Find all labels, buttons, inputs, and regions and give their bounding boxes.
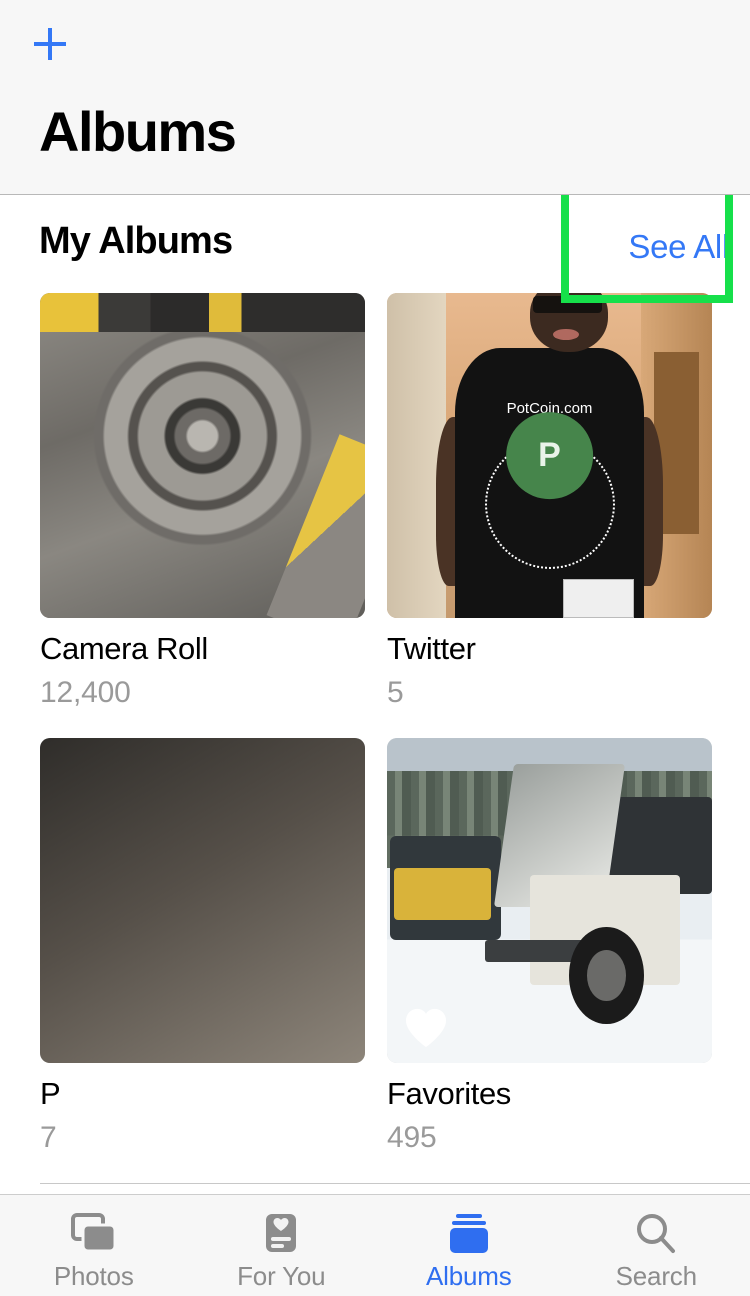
album-thumbnail[interactable]	[40, 738, 365, 1063]
album-name: Favorites	[387, 1076, 712, 1112]
album-count: 12,400	[40, 676, 365, 710]
section-title: My Albums	[39, 219, 232, 265]
navigation-bar: Albums	[0, 0, 750, 195]
my-albums-section-header: My Albums See All	[0, 195, 750, 293]
album-thumbnail[interactable]: PotCoin.com P	[387, 293, 712, 618]
album-count: 7	[40, 1121, 365, 1155]
album-thumbnail[interactable]	[40, 293, 365, 618]
for-you-card-heart-icon	[259, 1211, 303, 1255]
photos-albums-screen: Albums My Albums See All Camera Roll 12,…	[0, 0, 750, 1296]
plus-icon	[28, 22, 72, 66]
tab-label: Photos	[54, 1261, 134, 1292]
tab-photos[interactable]: Photos	[0, 1195, 188, 1296]
person-potcoin-shirt-photo: PotCoin.com P	[387, 293, 712, 618]
tab-search[interactable]: Search	[563, 1195, 750, 1296]
album-thumbnail[interactable]	[387, 738, 712, 1063]
tab-bar: Photos For You Albums	[0, 1194, 750, 1296]
engine-part-photo	[40, 293, 365, 618]
see-all-button[interactable]: See All	[624, 226, 733, 268]
tab-label: For You	[237, 1261, 325, 1292]
album-count: 5	[387, 676, 712, 710]
album-name: Camera Roll	[40, 631, 365, 667]
album-cell[interactable]: Camera Roll 12,400	[40, 293, 365, 710]
partial-photo	[40, 738, 365, 1063]
album-cell[interactable]: P 7	[40, 738, 365, 1155]
potcoin-logo: P	[506, 412, 594, 500]
magnifying-glass-icon	[633, 1210, 679, 1256]
album-cell[interactable]: Favorites 495	[387, 738, 712, 1155]
tab-for-you[interactable]: For You	[188, 1195, 376, 1296]
page-title: Albums	[39, 104, 235, 160]
albums-stack-icon	[445, 1211, 493, 1255]
tab-albums[interactable]: Albums	[375, 1195, 563, 1296]
tab-label: Albums	[426, 1261, 512, 1292]
tab-label: Search	[616, 1261, 697, 1292]
content-separator	[40, 1183, 750, 1184]
album-count: 495	[387, 1121, 712, 1155]
album-name: P	[40, 1076, 365, 1112]
album-cell[interactable]: PotCoin.com P Twitter 5	[387, 293, 712, 710]
photos-stack-icon	[70, 1211, 118, 1255]
favorite-heart-icon	[403, 1007, 449, 1049]
album-grid: Camera Roll 12,400 PotCoin.com P	[0, 293, 750, 1184]
album-name: Twitter	[387, 631, 712, 667]
albums-content: My Albums See All Camera Roll 12,400	[0, 195, 750, 1184]
add-album-button[interactable]	[26, 20, 74, 68]
